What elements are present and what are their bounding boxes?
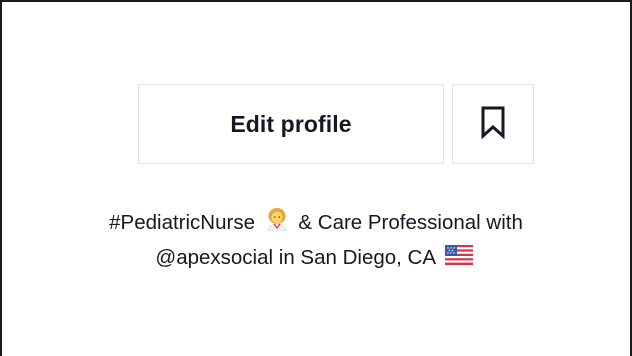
bio-line-1: #PediatricNurse & Care Professional with — [2, 206, 630, 241]
bio-location-text: @apexsocial in San Diego, CA — [155, 245, 435, 269]
bio-line-2: @apexsocial in San Diego, CA — [2, 241, 630, 275]
profile-header: Edit profile #PediatricNurse & Care Prof… — [0, 0, 632, 356]
bookmark-icon — [479, 105, 507, 144]
profile-actions: Edit profile — [138, 84, 534, 164]
woman-health-worker-emoji-icon — [265, 207, 289, 241]
bio-hashtag: #PediatricNurse — [109, 211, 255, 234]
us-flag-emoji-icon — [444, 242, 473, 275]
bookmark-button[interactable] — [452, 84, 534, 164]
bio-line-1-text: & Care Professional with — [298, 211, 523, 234]
profile-bio: #PediatricNurse & Care Professional with — [2, 206, 630, 275]
edit-profile-label: Edit profile — [230, 110, 352, 137]
edit-profile-button[interactable]: Edit profile — [138, 84, 444, 164]
